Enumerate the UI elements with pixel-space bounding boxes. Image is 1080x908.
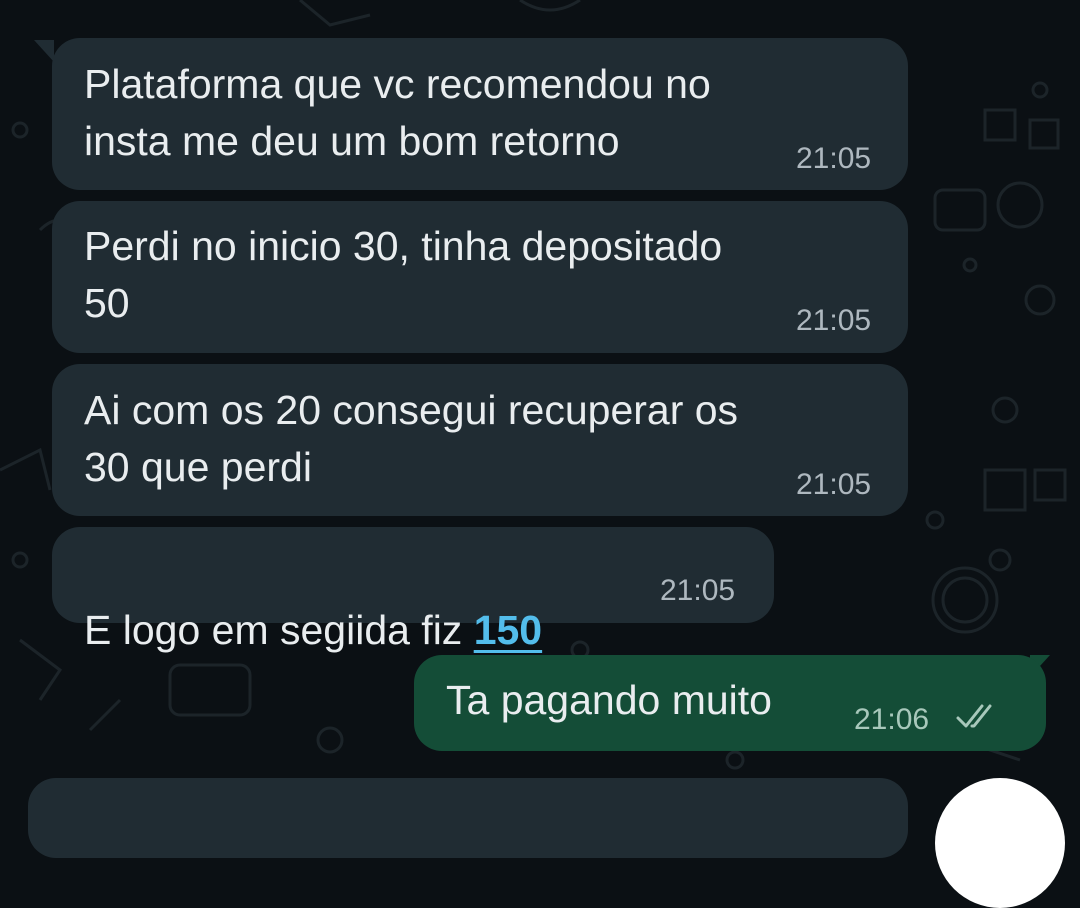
message-text-prefix: E logo em segiida fiz xyxy=(84,607,474,653)
message-text: Perdi no inicio 30, tinha depositado 50 xyxy=(84,223,723,326)
message-bubble-partial[interactable] xyxy=(28,778,908,858)
message-bubble[interactable]: Perdi no inicio 30, tinha depositado 50 … xyxy=(52,201,908,353)
double-check-icon xyxy=(956,704,992,728)
message-text: Plataforma que vc recomendou no insta me… xyxy=(84,61,711,164)
message-text: E logo em segiida fiz 150 xyxy=(84,545,542,659)
message-text: Ai com os 20 consegui recuperar os 30 qu… xyxy=(84,387,739,490)
bubble-tail xyxy=(34,40,54,62)
message-bubble[interactable]: Ai com os 20 consegui recuperar os 30 qu… xyxy=(52,364,908,516)
message-timestamp: 21:05 xyxy=(796,468,872,501)
message-text: Ta pagando muito xyxy=(446,677,772,723)
message-timestamp: 21:05 xyxy=(796,304,872,337)
message-bubble-outgoing[interactable]: Ta pagando muito 21:06 xyxy=(414,655,1046,751)
message-timestamp: 21:06 xyxy=(854,703,930,736)
message-timestamp: 21:05 xyxy=(660,574,736,607)
message-timestamp: 21:05 xyxy=(796,142,872,175)
number-link[interactable]: 150 xyxy=(474,607,542,653)
message-bubble[interactable]: Plataforma que vc recomendou no insta me… xyxy=(52,38,908,190)
message-bubble[interactable]: E logo em segiida fiz 150 21:05 xyxy=(52,527,774,653)
scroll-down-button[interactable] xyxy=(935,778,1065,908)
